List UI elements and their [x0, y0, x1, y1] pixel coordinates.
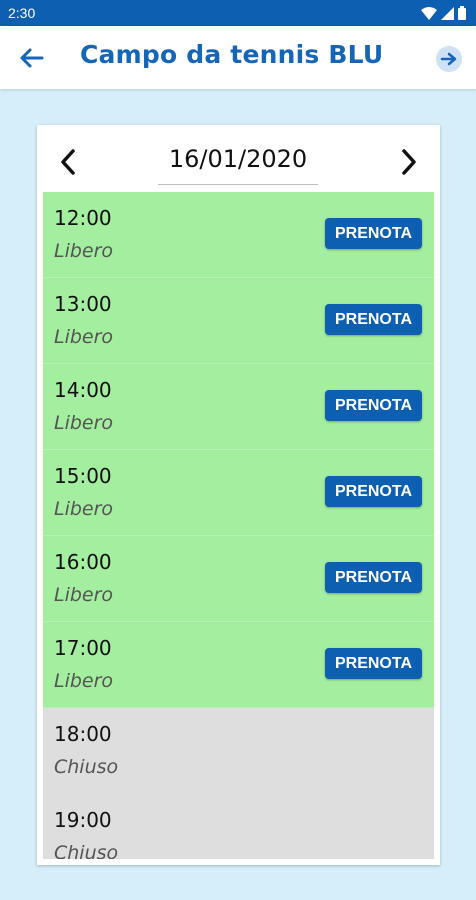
slot-status: Libero: [54, 498, 114, 520]
slot-time: 13:00: [54, 292, 112, 316]
status-bar: 2:30: [0, 0, 476, 26]
battery-icon: [458, 6, 466, 20]
back-arrow-icon[interactable]: [18, 46, 44, 70]
status-icons: [421, 6, 466, 20]
slot-time: 15:00: [54, 464, 112, 488]
slot-status: Chiuso: [54, 756, 119, 778]
slot-row: 17:00 Libero PRENOTA: [43, 622, 434, 708]
wifi-icon: [421, 6, 437, 20]
slot-row: 19:00 Chiuso: [43, 794, 434, 859]
booking-card: 16/01/2020 12:00 Libero PRENOTA 13:00 Li…: [37, 125, 440, 865]
chevron-right-icon[interactable]: [398, 147, 420, 177]
chevron-left-icon[interactable]: [57, 147, 79, 177]
slot-row: 18:00 Chiuso: [43, 708, 434, 794]
slot-row: 13:00 Libero PRENOTA: [43, 278, 434, 364]
date-field[interactable]: 16/01/2020: [158, 145, 318, 185]
slot-time: 14:00: [54, 378, 112, 402]
date-navigator: 16/01/2020: [37, 125, 440, 191]
book-button[interactable]: PRENOTA: [325, 562, 422, 593]
status-time: 2:30: [8, 5, 36, 21]
slot-time: 17:00: [54, 636, 112, 660]
slot-time: 16:00: [54, 550, 112, 574]
slot-time: 19:00: [54, 808, 112, 832]
slot-row: 12:00 Libero PRENOTA: [43, 192, 434, 278]
exit-arrow-icon[interactable]: [436, 46, 462, 72]
book-button[interactable]: PRENOTA: [325, 476, 422, 507]
book-button[interactable]: PRENOTA: [325, 218, 422, 249]
slot-row: 14:00 Libero PRENOTA: [43, 364, 434, 450]
slot-status: Libero: [54, 240, 114, 262]
slot-time: 12:00: [54, 206, 112, 230]
book-button[interactable]: PRENOTA: [325, 390, 422, 421]
slot-row: 15:00 Libero PRENOTA: [43, 450, 434, 536]
signal-icon: [441, 6, 454, 20]
slot-time: 18:00: [54, 722, 112, 746]
slot-list[interactable]: 12:00 Libero PRENOTA 13:00 Libero PRENOT…: [43, 192, 434, 859]
slot-status: Libero: [54, 670, 114, 692]
slot-status: Libero: [54, 326, 114, 348]
page-title: Campo da tennis BLU: [80, 40, 384, 69]
slot-status: Chiuso: [54, 842, 119, 859]
slot-status: Libero: [54, 584, 114, 606]
book-button[interactable]: PRENOTA: [325, 304, 422, 335]
app-bar: Campo da tennis BLU: [0, 26, 476, 89]
book-button[interactable]: PRENOTA: [325, 648, 422, 679]
slot-status: Libero: [54, 412, 114, 434]
slot-row: 16:00 Libero PRENOTA: [43, 536, 434, 622]
